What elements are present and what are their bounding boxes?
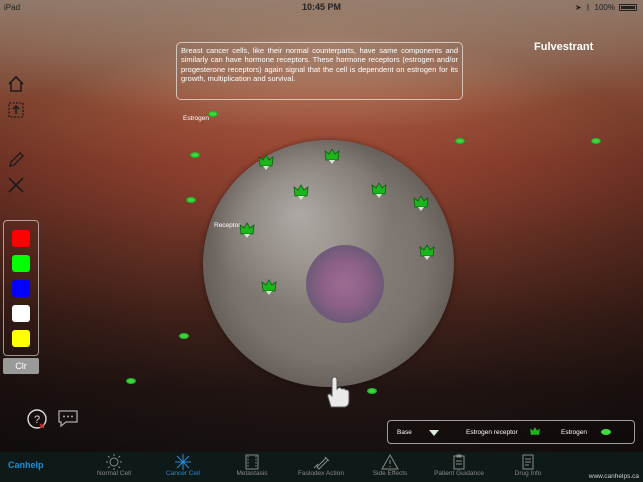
warning-icon — [381, 454, 399, 470]
color-palette — [3, 220, 39, 356]
estrogen-molecule[interactable] — [126, 378, 136, 384]
color-swatch-blue[interactable] — [12, 280, 30, 297]
estrogen-receptor[interactable] — [417, 242, 437, 262]
color-swatch-yellow[interactable] — [12, 330, 30, 347]
starburst-icon — [175, 454, 191, 470]
tab-label: Faslodex Action — [298, 470, 344, 477]
bluetooth-icon: ᛒ — [585, 3, 591, 12]
home-icon[interactable] — [6, 74, 26, 94]
tab-metastasis[interactable]: Metastasis — [222, 452, 282, 482]
estrogen-receptor[interactable] — [411, 193, 431, 213]
base-icon — [429, 430, 439, 436]
estrogen-receptor[interactable] — [291, 182, 311, 202]
tab-faslodex-action[interactable]: Faslodex Action — [291, 452, 351, 482]
pencil-icon[interactable] — [6, 150, 26, 170]
estrogen-molecule[interactable] — [208, 111, 218, 117]
film-icon — [245, 454, 259, 470]
location-icon: ➤ — [575, 3, 582, 12]
status-right: ➤ ᛒ 100% — [575, 3, 637, 12]
sun-icon — [106, 454, 122, 470]
battery-icon — [619, 4, 637, 11]
document-icon — [522, 454, 534, 470]
estrogen-molecule[interactable] — [367, 388, 377, 394]
estrogen-molecule[interactable] — [591, 138, 601, 144]
receptor-icon — [530, 427, 540, 435]
color-swatch-white[interactable] — [12, 305, 30, 322]
tab-label: Metastasis — [236, 470, 268, 477]
estrogen-label: Estrogen — [183, 115, 210, 122]
svg-text:?: ? — [34, 414, 40, 426]
help-icon[interactable]: ? — [26, 408, 48, 430]
status-bar: iPad 10:45 PM ➤ ᛒ 100% — [0, 0, 643, 14]
estrogen-receptor[interactable] — [369, 180, 389, 200]
tab-patient-guidance[interactable]: Patient Guidance — [429, 452, 489, 482]
clear-button[interactable]: Clr — [3, 358, 39, 374]
syringe-icon — [313, 456, 330, 470]
estrogen-receptor[interactable] — [322, 146, 342, 166]
estrogen-molecule[interactable] — [186, 197, 196, 203]
estrogen-molecule[interactable] — [455, 138, 465, 144]
info-text-box: Breast cancer cells, like their normal c… — [176, 42, 463, 100]
legend-box: Base Estrogen receptor Estrogen — [387, 420, 635, 444]
website-link[interactable]: www.canhelps.ca — [589, 473, 639, 480]
legend-estrogen-label: Estrogen — [561, 429, 588, 436]
color-swatch-red[interactable] — [12, 230, 30, 247]
legend-base-label: Base — [397, 429, 412, 436]
tab-bar: Canhelp Normal Cell Cancer Cell Metastas… — [0, 452, 643, 482]
cell-nucleus — [306, 245, 384, 323]
tab-label: Patient Guidance — [434, 470, 484, 477]
tab-label: Drug Info — [514, 470, 542, 477]
tab-label: Side Effects — [372, 470, 408, 477]
estrogen-receptor[interactable] — [237, 220, 257, 240]
tab-cancer-cell[interactable]: Cancer Cell — [153, 452, 213, 482]
estrogen-receptor[interactable] — [256, 152, 276, 172]
tab-normal-cell[interactable]: Normal Cell — [84, 452, 144, 482]
estrogen-receptor[interactable] — [259, 277, 279, 297]
brand-logo[interactable]: Canhelp — [8, 460, 44, 470]
tab-label: Cancer Cell — [166, 470, 200, 477]
estrogen-molecule[interactable] — [190, 152, 200, 158]
battery-percent: 100% — [594, 3, 615, 12]
chat-icon[interactable] — [56, 408, 80, 428]
status-time: 10:45 PM — [301, 2, 342, 12]
page-title: Fulvestrant — [534, 41, 594, 53]
estrogen-legend-icon — [601, 429, 611, 435]
tab-label: Normal Cell — [97, 470, 131, 477]
close-icon[interactable] — [6, 175, 26, 195]
share-icon[interactable] — [6, 100, 26, 120]
hand-pointer-icon[interactable] — [320, 374, 354, 410]
legend-receptor-label: Estrogen receptor — [466, 429, 518, 436]
tab-side-effects[interactable]: Side Effects — [360, 452, 420, 482]
tab-drug-info[interactable]: Drug Info — [498, 452, 558, 482]
clipboard-icon — [453, 454, 465, 470]
estrogen-molecule[interactable] — [179, 333, 189, 339]
color-swatch-green[interactable] — [12, 255, 30, 272]
